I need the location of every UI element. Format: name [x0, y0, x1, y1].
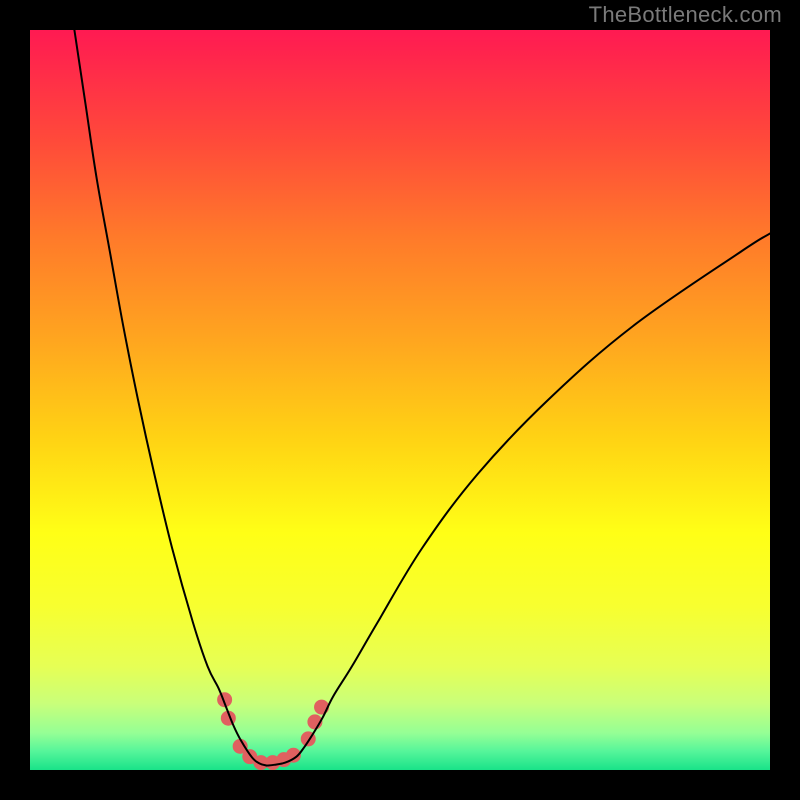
- watermark: TheBottleneck.com: [589, 2, 782, 28]
- plot-area: [30, 30, 770, 770]
- plot-background: [30, 30, 770, 770]
- plot-svg: [30, 30, 770, 770]
- chart-frame: TheBottleneck.com: [0, 0, 800, 800]
